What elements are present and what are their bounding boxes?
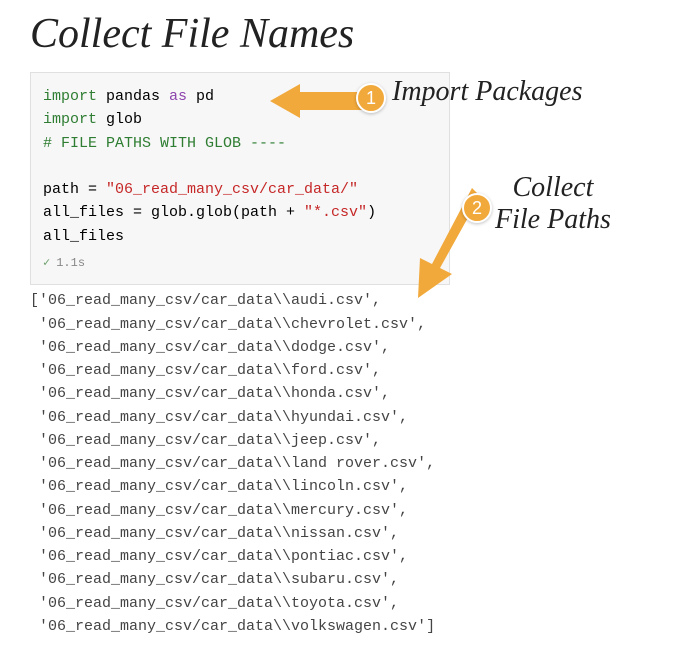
code-string: "06_read_many_csv/car_data/" [106,181,358,198]
code-blank [43,155,437,178]
run-time: 1.1s [56,254,85,273]
slide: Collect File Names import pandas as pd i… [30,10,652,638]
code-line: path = "06_read_many_csv/car_data/" [43,178,437,201]
badge-2: 2 [462,193,492,223]
badge-1: 1 [356,83,386,113]
code-line: all_files = glob.glob(path + "*.csv") [43,201,437,224]
slide-title: Collect File Names [30,10,652,58]
code-line: all_files [43,225,437,248]
code-block: import pandas as pd import glob # FILE P… [30,72,450,285]
code-comment: # FILE PATHS WITH GLOB ---- [43,132,437,155]
output-block: ['06_read_many_csv/car_data\\audi.csv', … [30,289,480,638]
output-line: '06_read_many_csv/car_data\\honda.csv', [30,382,480,405]
output-line: '06_read_many_csv/car_data\\ford.csv', [30,359,480,382]
output-line: '06_read_many_csv/car_data\\mercury.csv'… [30,499,480,522]
output-line: '06_read_many_csv/car_data\\lincoln.csv'… [30,475,480,498]
output-line: '06_read_many_csv/car_data\\hyundai.csv'… [30,406,480,429]
check-icon: ✓ [43,254,50,273]
keyword-import: import [43,111,97,128]
output-line: '06_read_many_csv/car_data\\subaru.csv', [30,568,480,591]
output-line: '06_read_many_csv/car_data\\nissan.csv', [30,522,480,545]
annotation-import: Import Packages [392,76,583,108]
annotation-collect: Collect File Paths [495,172,611,236]
code-string: "*.csv" [304,204,367,221]
keyword-import: import [43,88,97,105]
keyword-as: as [169,88,187,105]
code-line: import glob [43,108,437,131]
output-line: '06_read_many_csv/car_data\\toyota.csv', [30,592,480,615]
output-line: '06_read_many_csv/car_data\\pontiac.csv'… [30,545,480,568]
output-line: '06_read_many_csv/car_data\\land rover.c… [30,452,480,475]
output-line: '06_read_many_csv/car_data\\chevrolet.cs… [30,313,480,336]
arrow-icon [270,82,370,120]
output-line: '06_read_many_csv/car_data\\jeep.csv', [30,429,480,452]
output-line: '06_read_many_csv/car_data\\dodge.csv', [30,336,480,359]
output-line: '06_read_many_csv/car_data\\volkswagen.c… [30,615,480,638]
run-status: ✓ 1.1s [43,254,437,273]
